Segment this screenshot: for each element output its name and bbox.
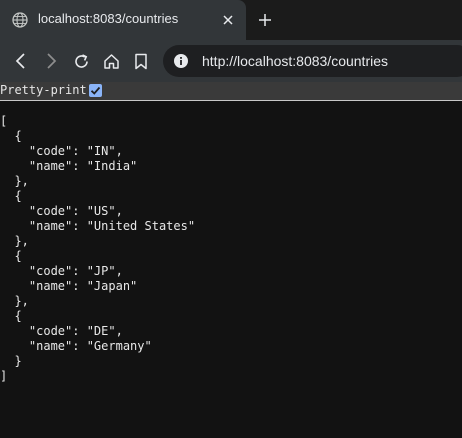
tab-strip: localhost:8083/countries: [0, 0, 462, 40]
pretty-print-checkbox[interactable]: [89, 84, 102, 97]
globe-icon: [12, 12, 28, 28]
info-icon[interactable]: [173, 53, 189, 69]
plus-icon[interactable]: [254, 9, 276, 31]
tab-countries[interactable]: localhost:8083/countries: [0, 0, 246, 40]
home-icon[interactable]: [99, 49, 123, 73]
pretty-print-label: Pretty-print: [0, 83, 87, 97]
close-icon[interactable]: [218, 10, 238, 30]
reload-icon[interactable]: [69, 49, 93, 73]
browser-toolbar: http://localhost:8083/countries: [0, 40, 462, 82]
json-content: [ { "code": "IN", "name": "India" }, { "…: [0, 114, 196, 383]
tab-title: localhost:8083/countries: [38, 11, 179, 26]
back-arrow-icon[interactable]: [9, 49, 33, 73]
forward-arrow-icon[interactable]: [39, 49, 63, 73]
address-bar[interactable]: http://localhost:8083/countries: [163, 45, 462, 77]
checkmark-icon: [90, 86, 101, 95]
bookmark-icon[interactable]: [129, 49, 153, 73]
pretty-print-bar: Pretty-print: [0, 82, 462, 101]
url-text: http://localhost:8083/countries: [202, 53, 389, 69]
browser-window: localhost:8083/countries http://localhos…: [0, 0, 462, 438]
